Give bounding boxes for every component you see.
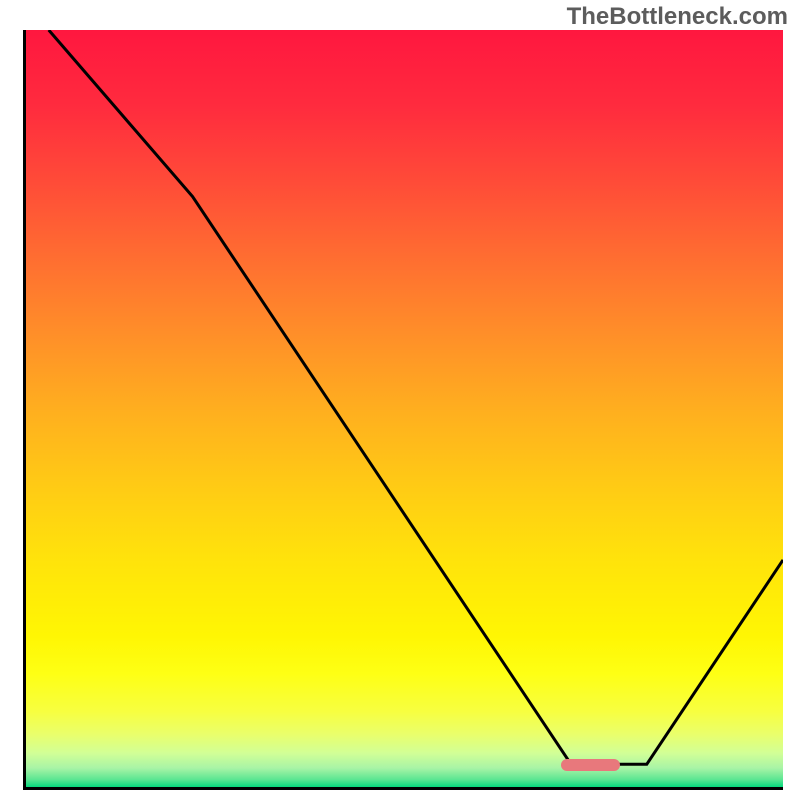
curve-line <box>26 30 783 787</box>
highlight-pill <box>561 759 620 770</box>
chart-container: TheBottleneck.com <box>0 0 800 800</box>
watermark-text: TheBottleneck.com <box>567 3 788 31</box>
plot-area <box>23 30 783 790</box>
